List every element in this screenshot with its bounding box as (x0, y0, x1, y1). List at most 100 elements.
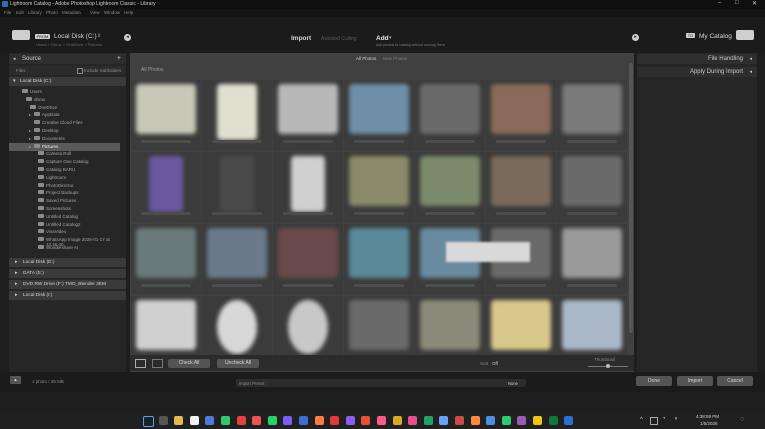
expand-arrow-icon[interactable]: ▸ (29, 112, 31, 117)
tab-new-photos[interactable]: New Photos (383, 56, 407, 61)
photo-thumbnail[interactable] (486, 152, 556, 222)
taskbar-app-icon[interactable] (408, 416, 418, 425)
folder-tree-item[interactable]: Camera Roll (9, 150, 126, 158)
destination-catalog[interactable]: My Catalog (699, 33, 732, 40)
source-panel-header[interactable]: ◂ Source + (9, 54, 126, 64)
taskbar-app-icon[interactable] (564, 416, 574, 425)
taskbar-app-icon[interactable] (299, 416, 308, 425)
photo-thumbnail[interactable] (415, 152, 485, 222)
loupe-view-icon[interactable] (152, 359, 163, 368)
clock-time[interactable]: 4:38:59 PM (696, 414, 719, 419)
notification-icon[interactable]: ◌ (740, 416, 744, 423)
taskbar-app-icon[interactable] (205, 416, 215, 425)
sort-value[interactable]: Off (492, 361, 498, 366)
maximize-button[interactable]: □ (735, 0, 739, 6)
menu-library[interactable]: Library (28, 10, 42, 15)
arrow-right-icon[interactable]: ▸ (632, 34, 639, 41)
drive-f-row[interactable]: ▸ DVD RW Drive (F:) TMO_Blender 3EM (9, 280, 126, 289)
taskbar-app-icon[interactable] (533, 416, 542, 425)
folder-tree-item[interactable]: Project Backups (9, 189, 126, 197)
mode-assisted-culling[interactable]: Assisted Culling (321, 36, 357, 42)
photo-thumbnail[interactable] (557, 80, 627, 150)
photo-thumbnail[interactable] (273, 80, 343, 150)
add-dropdown-icon[interactable]: ▾ (389, 35, 392, 41)
photo-thumbnail[interactable] (557, 224, 627, 294)
taskbar-app-icon[interactable] (174, 416, 184, 425)
taskbar-app-icon[interactable] (252, 416, 262, 425)
photo-thumbnail[interactable] (273, 152, 343, 222)
expand-arrow-icon[interactable]: ▸ (29, 144, 31, 149)
tab-all-photos[interactable]: All Photos (356, 56, 376, 61)
add-source-icon[interactable]: + (117, 55, 121, 62)
taskbar-app-icon[interactable] (236, 416, 246, 425)
expand-arrow-icon[interactable]: ▸ (29, 128, 31, 133)
folder-tree-item[interactable]: OneDrive (9, 104, 126, 112)
taskbar-app-icon[interactable] (517, 416, 527, 425)
photo-thumbnail[interactable] (344, 152, 414, 222)
photo-thumbnail[interactable] (131, 80, 201, 150)
apply-during-import-header[interactable]: Apply During Import ◂ (637, 67, 757, 77)
minimize-button[interactable]: – (718, 0, 721, 6)
uncheck-all-button[interactable]: Uncheck All (217, 359, 259, 368)
taskbar-app-icon[interactable] (377, 416, 386, 425)
done-button[interactable]: Done (636, 376, 672, 386)
collapse-icon[interactable]: ◂ (13, 56, 16, 62)
source-name[interactable]: Local Disk (C:) (54, 33, 97, 40)
thumbnail-slider-handle[interactable] (606, 364, 610, 368)
folder-tree-item[interactable]: Catalog BARU (9, 166, 126, 174)
arrow-left-icon[interactable]: ◂ (124, 34, 131, 41)
taskbar-app-icon[interactable] (548, 416, 558, 425)
folder-tree-item[interactable]: Saved Pictures (9, 197, 126, 205)
folder-tree-item[interactable]: Screenshots (9, 205, 126, 213)
photo-thumbnail[interactable] (486, 80, 556, 150)
folder-tree-item[interactable]: dhruv (9, 96, 126, 104)
taskbar-app-icon[interactable] (486, 416, 496, 425)
cancel-button[interactable]: Cancel (717, 376, 753, 386)
tray-chevron-icon[interactable]: ^ (640, 417, 643, 423)
taskbar-app-icon[interactable] (470, 416, 480, 425)
include-subfolders-checkbox[interactable] (77, 68, 83, 74)
photo-thumbnail[interactable] (557, 152, 627, 222)
taskbar-app-icon[interactable] (221, 416, 230, 425)
folder-tree-item[interactable]: ▸ AppData (9, 111, 126, 119)
menu-photo[interactable]: Photo (46, 10, 58, 15)
expand-left-icon[interactable]: ◂ (749, 56, 752, 62)
grid-scrollbar[interactable] (629, 63, 633, 333)
import-preset-bar[interactable]: Import Preset : None (236, 379, 526, 387)
taskbar-app-icon[interactable] (501, 416, 511, 425)
taskbar-app-icon[interactable] (423, 416, 433, 425)
file-handling-header[interactable]: File Handling ◂ (637, 54, 757, 64)
folder-tree-item[interactable]: Users (9, 88, 126, 96)
folder-tree-item[interactable]: WhatsApp Image 2026-01-17 at 12.46.40 (9, 236, 126, 247)
folder-tree-item[interactable]: Capture One Catalog (9, 158, 126, 166)
taskbar-app-icon[interactable] (330, 416, 340, 425)
folder-tree-item[interactable]: Creative Cloud Files (9, 119, 126, 127)
taskbar-app-icon[interactable] (314, 416, 324, 425)
folder-tree-item[interactable]: ▸ Pictures (9, 142, 120, 151)
photo-thumbnail[interactable] (202, 80, 272, 150)
folder-tree-item[interactable]: ▸ Documents (9, 135, 126, 143)
import-preset-value[interactable]: None (508, 381, 518, 386)
folder-tree-item[interactable]: Untitled Catalog2 (9, 221, 126, 229)
mode-import[interactable]: Import (291, 35, 311, 42)
folder-tree-item[interactable]: PhotoDirector (9, 182, 126, 190)
drive-e-row[interactable]: ▸ DATA (E:) (9, 269, 126, 278)
taskbar-app-icon[interactable] (392, 416, 402, 425)
folder-tree-item[interactable]: Lightroom (9, 174, 126, 182)
windows-start-icon[interactable] (143, 416, 154, 427)
photo-thumbnail[interactable] (202, 224, 272, 294)
drive-d-row[interactable]: ▸ Local Disk (D:) (9, 258, 126, 267)
volume-icon[interactable]: ◖ (674, 416, 678, 422)
folder-tree-item[interactable]: VivaVideo (9, 228, 126, 236)
taskbar-app-icon[interactable] (455, 416, 464, 425)
check-all-button[interactable]: Check All (168, 359, 210, 368)
close-button[interactable]: ✕ (752, 0, 757, 7)
search-icon[interactable] (158, 416, 168, 425)
wifi-icon[interactable]: ◔ (662, 416, 666, 422)
taskbar-app-icon[interactable] (361, 416, 371, 425)
photo-thumbnail[interactable] (131, 152, 201, 222)
expand-arrow-icon[interactable]: ▸ (29, 136, 31, 141)
mode-add[interactable]: Add (376, 35, 389, 42)
folder-tree-item[interactable]: ▸ Desktop (9, 127, 126, 135)
photo-thumbnail[interactable] (273, 224, 343, 294)
